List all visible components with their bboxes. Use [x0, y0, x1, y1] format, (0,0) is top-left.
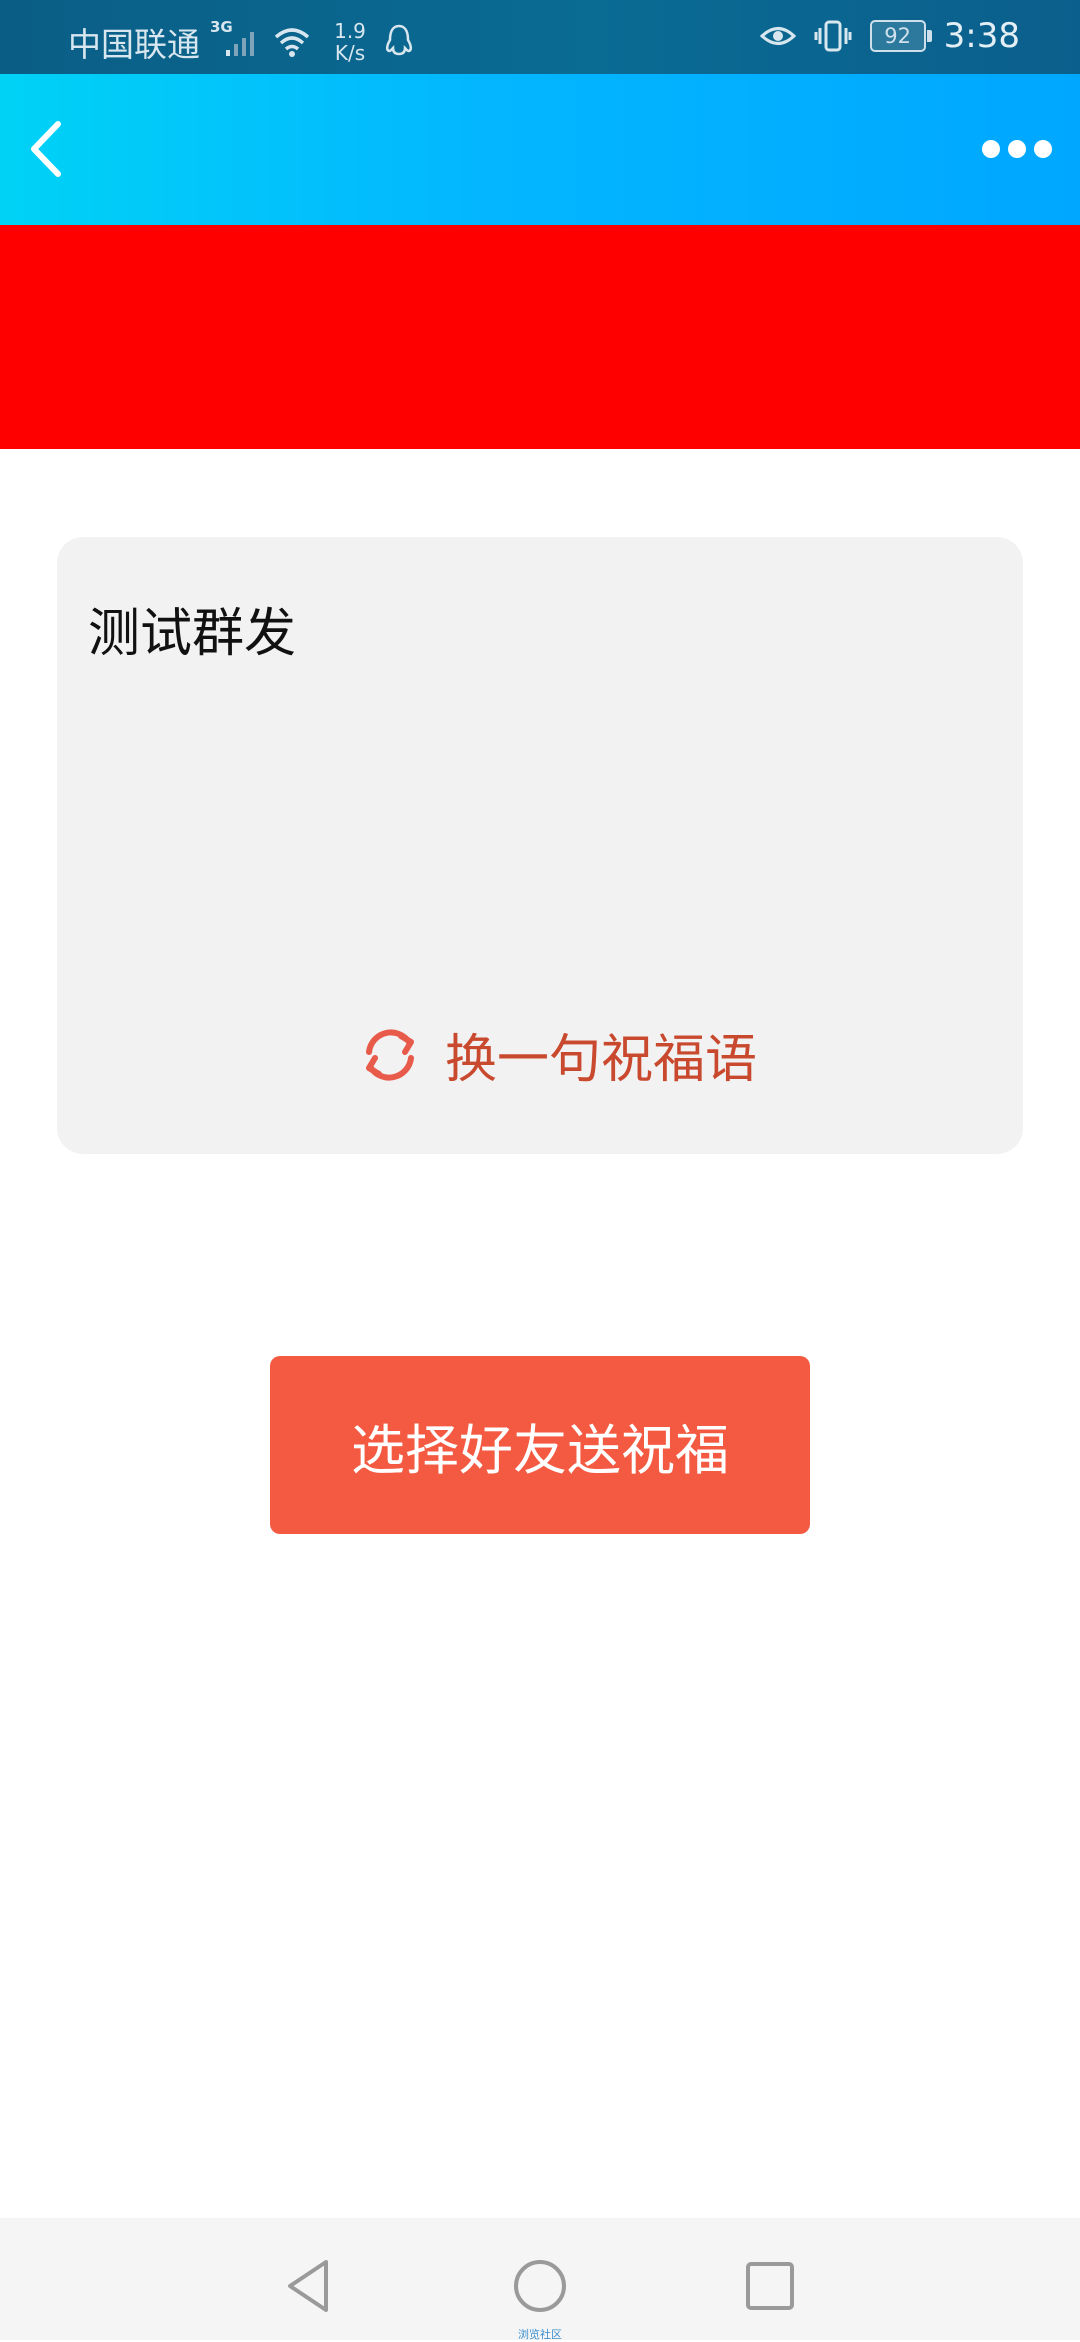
- chevron-left-icon: [31, 121, 61, 177]
- speed-unit: K/s: [334, 41, 366, 65]
- swap-greeting-label: 换一句祝福语: [445, 1030, 758, 1090]
- network-speed: 1.9 K/s: [328, 20, 372, 64]
- more-button[interactable]: [982, 134, 1052, 164]
- eye-comfort-icon: [759, 27, 796, 45]
- nav-home-button[interactable]: [510, 2256, 570, 2316]
- app-header: [0, 74, 1080, 225]
- status-left: 中国联通 3G 1.9 K/s: [68, 18, 416, 66]
- select-friends-button[interactable]: 选择好友送祝福: [270, 1356, 810, 1534]
- status-bar: 中国联通 3G 1.9 K/s 92 3:38: [0, 0, 1080, 74]
- clock: 3:38: [943, 16, 1020, 56]
- more-dots-icon: [982, 140, 1000, 158]
- battery-indicator: 92: [869, 20, 932, 52]
- square-recents-icon: [746, 2262, 794, 2310]
- back-button[interactable]: [18, 114, 80, 184]
- vibrate-icon: [814, 20, 852, 52]
- triangle-back-icon: [288, 2260, 328, 2312]
- qq-penguin-icon: [385, 24, 413, 56]
- network-type: 3G: [210, 18, 233, 36]
- circle-home-icon: [514, 2260, 566, 2312]
- greeting-card: 测试群发 换一句祝福语: [57, 537, 1023, 1154]
- greeting-message: 测试群发: [88, 604, 297, 664]
- wifi-icon: [274, 28, 310, 57]
- more-dots-icon: [1008, 140, 1026, 158]
- system-nav-bar: 浏览社区: [0, 2218, 1080, 2341]
- status-right: 92 3:38: [759, 16, 1020, 56]
- signal-icon: 3G: [210, 18, 262, 62]
- refresh-icon: [366, 1029, 414, 1080]
- carrier-name: 中国联通: [68, 25, 200, 64]
- nav-recents-button[interactable]: [740, 2256, 800, 2316]
- nav-back-button[interactable]: [280, 2256, 340, 2316]
- speed-value: 1.9: [334, 19, 366, 43]
- banner: [0, 225, 1080, 449]
- more-dots-icon: [1034, 140, 1052, 158]
- swap-greeting-button[interactable]: 换一句祝福语: [357, 1017, 757, 1092]
